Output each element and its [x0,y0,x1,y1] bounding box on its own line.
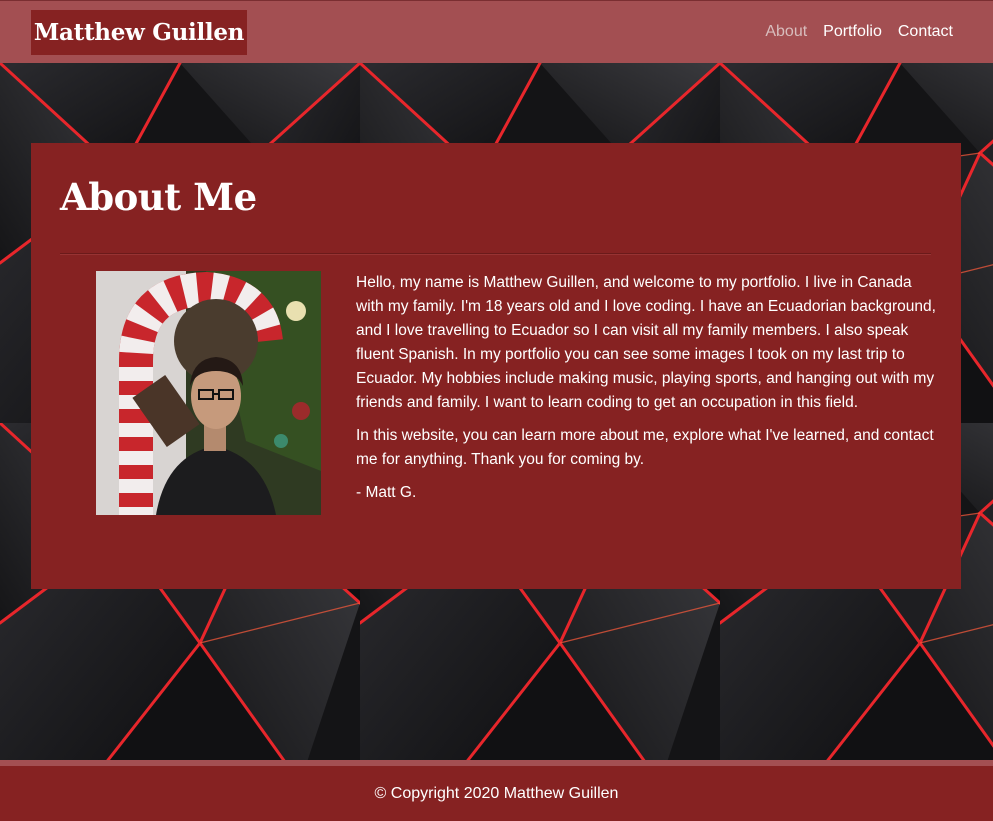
about-paragraph: Hello, my name is Matthew Guillen, and w… [356,274,936,411]
profile-photo [96,271,321,515]
copyright-text: © Copyright 2020 Matthew Guillen [374,785,619,802]
site-header: Matthew Guillen About Portfolio Contact [0,0,993,63]
nav-link-contact[interactable]: Contact [898,21,953,43]
about-card: About Me Hello, my name is Matthew Guill… [31,143,961,589]
nav-link-portfolio[interactable]: Portfolio [823,21,882,43]
main-nav: About Portfolio Contact [765,21,953,43]
site-brand[interactable]: Matthew Guillen [31,10,247,55]
about-text: Hello, my name is Matthew Guillen, and w… [356,271,936,514]
page-title: About Me [60,175,257,219]
about-paragraph: In this website, you can learn more abou… [356,427,934,468]
nav-link-about[interactable]: About [765,21,807,43]
about-signature: - Matt G. [356,484,417,501]
title-divider [60,253,931,255]
site-footer: © Copyright 2020 Matthew Guillen [0,760,993,821]
